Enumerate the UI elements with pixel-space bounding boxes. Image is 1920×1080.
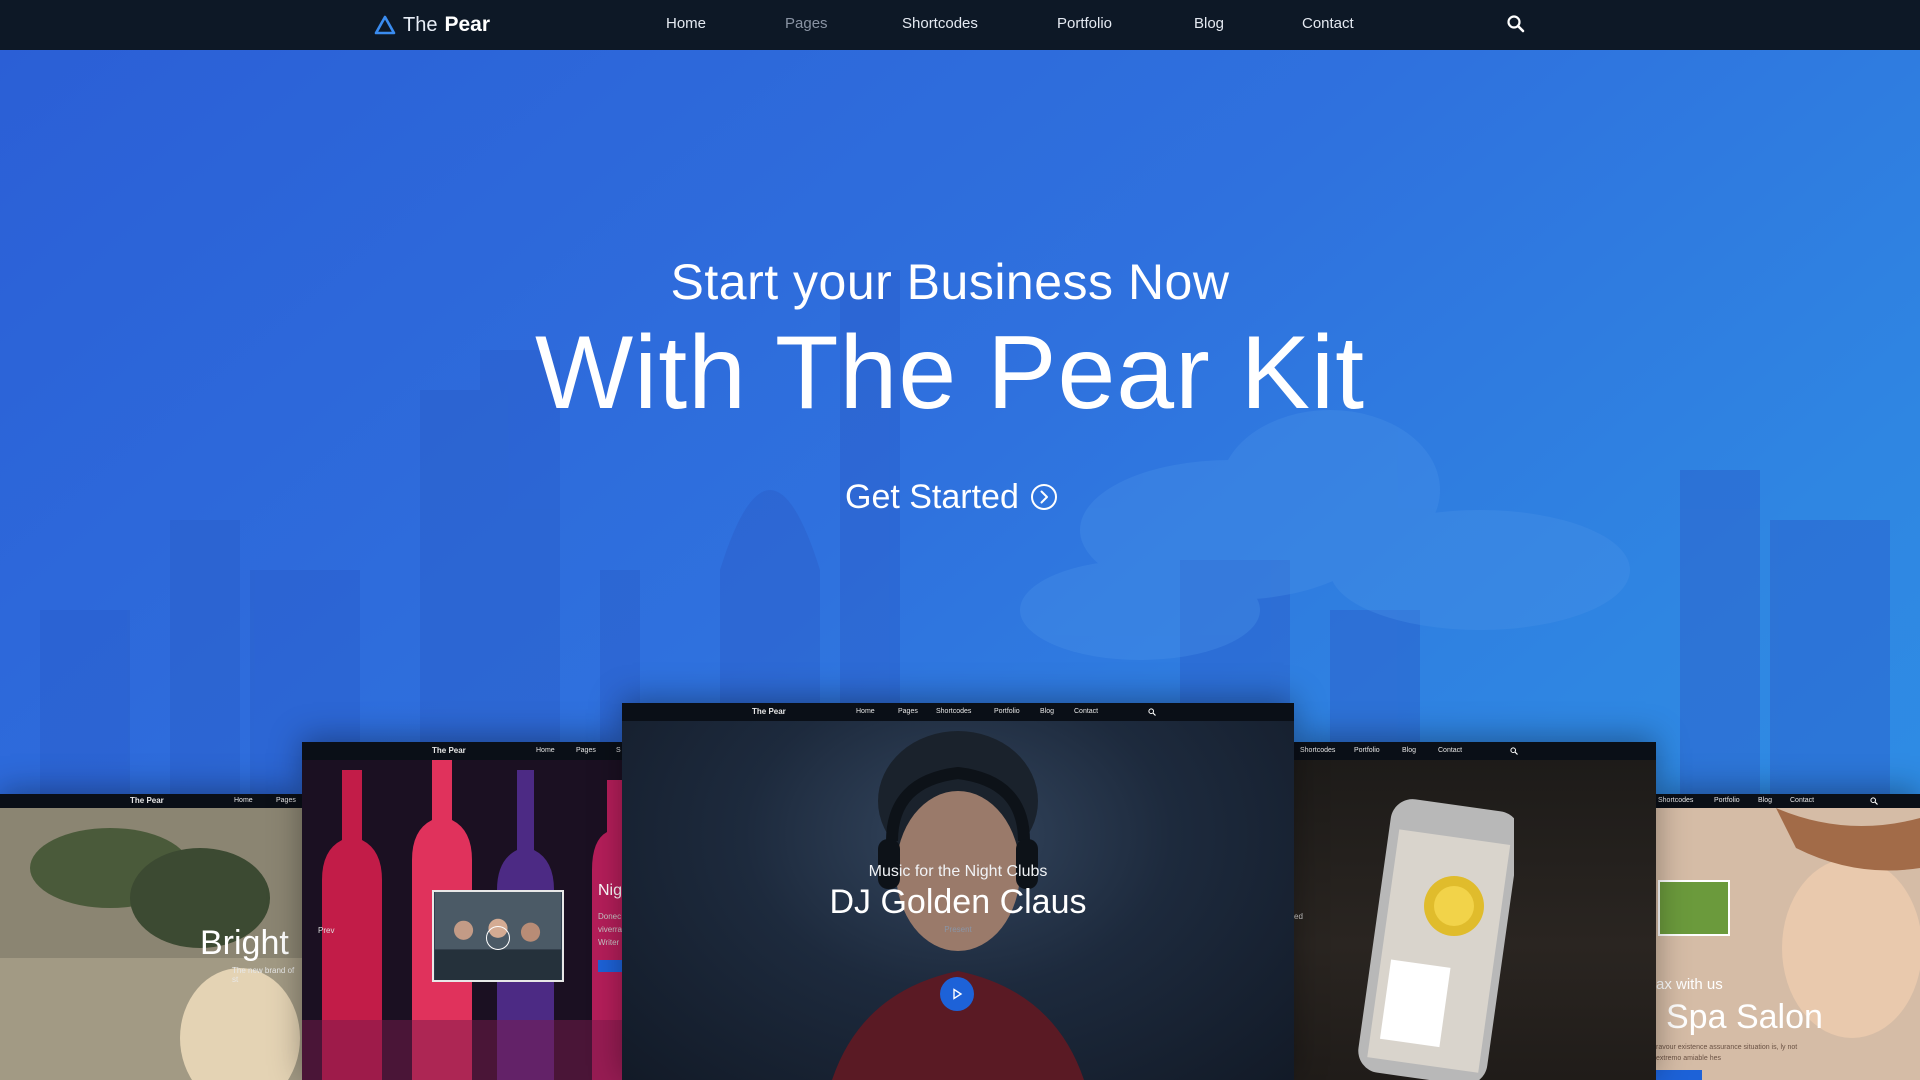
hero-subtitle: Start your Business Now [670, 254, 1230, 310]
preview-nav-item: Contact [1438, 747, 1463, 754]
preview-title: Nig [598, 882, 622, 899]
nav-contact[interactable]: Contact [1302, 0, 1354, 50]
template-preview-nightclub[interactable]: The Pear Home Pages S Prev Nig Donec viv… [302, 742, 622, 1080]
preview-nav-item: Shortcodes [1300, 747, 1336, 754]
preview-text: Donec viverra Writer [598, 912, 622, 947]
dj-present-label: Present [944, 925, 972, 934]
spa-button[interactable] [1656, 1070, 1702, 1080]
preview-subtitle: The new brand of st [232, 966, 295, 984]
preview-nav-item: Contact [1790, 797, 1815, 804]
preview-nav-item: Home [234, 797, 253, 804]
nav-pages[interactable]: Pages [785, 0, 828, 50]
preview-nav-item: Shortcodes [1658, 797, 1694, 804]
top-navbar: The Pear Home Pages Shortcodes Portfolio… [0, 0, 1920, 50]
preview-brand: The Pear [130, 796, 164, 805]
spa-title: Spa Salon [1666, 998, 1823, 1036]
search-icon[interactable] [1506, 14, 1526, 34]
preview-nav-item: Pages [276, 797, 296, 804]
preview-nav-item: S [616, 747, 621, 754]
preview-nav-item: Blog [1040, 708, 1055, 715]
hero-title: With The Pear Kit [534, 315, 1366, 431]
get-started-label: Get Started [845, 477, 1019, 516]
preview-navbar: Shortcodes Portfolio Blog Contact [1656, 794, 1920, 808]
template-preview-phone[interactable]: Shortcodes Portfolio Blog Contact ed [1294, 742, 1656, 1080]
preview-nav-item: Portfolio [1354, 747, 1380, 754]
play-icon[interactable] [486, 926, 510, 950]
dj-subtitle: Music for the Night Clubs [868, 863, 1048, 880]
template-preview-dj[interactable]: The Pear Home Pages Shortcodes Portfolio… [622, 703, 1294, 1080]
spa-thumbnail-image[interactable] [1658, 880, 1730, 936]
preview-nav-item: Portfolio [994, 708, 1020, 715]
preview-brand: The Pear [432, 746, 466, 755]
read-more-button[interactable] [598, 960, 622, 972]
nav-home[interactable]: Home [666, 0, 706, 50]
preview-nav-item: Contact [1074, 708, 1099, 715]
triangle-logo-icon [374, 15, 396, 35]
preview-title: Bright [200, 924, 289, 962]
preview-nav-item: Home [856, 708, 875, 715]
preview-nav-item: Pages [576, 747, 596, 754]
brand-prefix: The [403, 13, 438, 36]
spa-woman-image [1656, 808, 1920, 1080]
edge-text: ed [1294, 912, 1303, 921]
play-button[interactable] [940, 977, 974, 1011]
nav-blog[interactable]: Blog [1194, 0, 1224, 50]
smartphone-image [1358, 799, 1514, 1080]
brand-name: Pear [444, 13, 491, 36]
dj-title: DJ Golden Claus [829, 883, 1087, 921]
spa-text: ravour existence assurance situation is,… [1656, 1044, 1798, 1062]
preview-nav-item: Home [536, 747, 555, 754]
preview-nav-item: Blog [1758, 797, 1773, 804]
arrow-circle-right-icon [1030, 484, 1057, 510]
search-icon[interactable] [1870, 797, 1878, 805]
spa-kicker: ax with us [1656, 976, 1723, 993]
preview-nav-item: Shortcodes [936, 708, 972, 715]
preview-navbar: The Pear Home Pages [0, 794, 302, 808]
search-icon[interactable] [1510, 747, 1518, 755]
get-started-button[interactable]: Get Started [845, 470, 1059, 524]
prev-link[interactable]: Prev [318, 926, 334, 935]
preview-brand: The Pear [752, 707, 786, 716]
nav-shortcodes[interactable]: Shortcodes [902, 0, 978, 50]
preview-navbar: The Pear Home Pages S [302, 742, 622, 760]
search-icon[interactable] [1148, 708, 1156, 716]
preview-nav-item: Blog [1402, 747, 1417, 754]
template-preview-spa[interactable]: Shortcodes Portfolio Blog Contact ax wit… [1656, 794, 1920, 1080]
play-icon [953, 988, 963, 1000]
preview-navbar: The Pear Home Pages Shortcodes Portfolio… [622, 703, 1294, 721]
template-preview-bright[interactable]: The Pear Home Pages Bright The new brand… [0, 794, 302, 1080]
nav-portfolio[interactable]: Portfolio [1057, 0, 1112, 50]
preview-nav-item: Pages [898, 708, 918, 715]
brand-logo[interactable]: The Pear [374, 0, 490, 50]
preview-nav-item: Portfolio [1714, 797, 1740, 804]
preview-navbar: Shortcodes Portfolio Blog Contact [1294, 742, 1656, 760]
